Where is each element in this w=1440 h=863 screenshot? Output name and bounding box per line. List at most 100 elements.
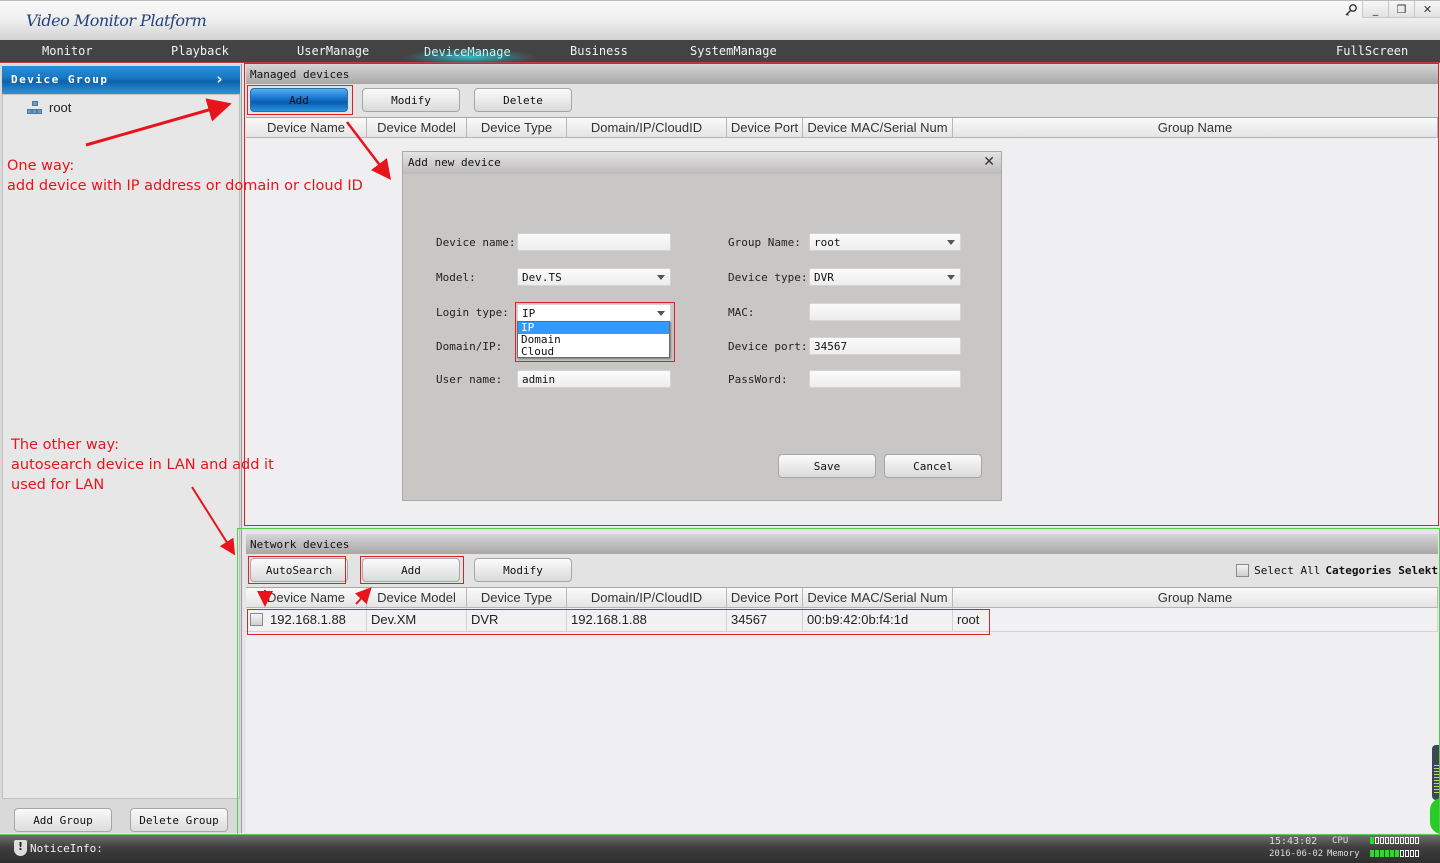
group-name-value: root: [814, 236, 841, 249]
nav-fullscreen[interactable]: FullScreen: [1336, 44, 1408, 58]
tree-item-label: root: [49, 100, 72, 115]
annotation-other-way-title: The other way:: [11, 437, 119, 453]
managed-toolbar: Add Modify Delete: [246, 84, 1438, 117]
nav-systemmanage[interactable]: SystemManage: [690, 44, 777, 58]
volume-knob[interactable]: [1430, 798, 1440, 834]
network-devices-title: Network devices: [246, 534, 1438, 554]
col-device-model[interactable]: Device Model: [367, 118, 467, 137]
meter-segment: [1385, 850, 1389, 857]
dialog-title: Add new device: [403, 152, 1001, 174]
user-name-input[interactable]: admin: [517, 370, 671, 388]
col-device-type[interactable]: Device Type: [467, 588, 567, 607]
cpu-meter: [1370, 837, 1419, 844]
delete-group-button[interactable]: Delete Group: [130, 808, 228, 832]
col-device-type[interactable]: Device Type: [467, 118, 567, 137]
cell-device-model: Dev.XM: [367, 608, 467, 631]
login-type-dropdown: IP Domain Cloud: [517, 321, 670, 358]
annotation-other-way-text2: used for LAN: [11, 477, 105, 493]
annotation-one-way-text: add device with IP address or domain or …: [7, 178, 363, 194]
add-device-dialog: Add new device ✕: [402, 151, 1002, 501]
device-port-label: Device port:: [728, 340, 808, 353]
meter-segment: [1400, 837, 1404, 844]
nav-devicemanage[interactable]: DeviceManage: [424, 45, 511, 59]
managed-delete-button[interactable]: Delete: [474, 88, 572, 112]
nav-monitor[interactable]: Monitor: [42, 44, 93, 58]
autosearch-button[interactable]: AutoSearch: [250, 558, 348, 582]
title-bar: Video Monitor Platform _ ❐ ✕: [0, 0, 1440, 40]
nav-business[interactable]: Business: [570, 44, 628, 58]
select-all-control: Select All Categories Selekt: [1236, 564, 1438, 577]
col-device-port[interactable]: Device Port: [727, 118, 803, 137]
nav-usermanage[interactable]: UserManage: [297, 44, 369, 58]
col-domain[interactable]: Domain/IP/CloudID: [567, 118, 727, 137]
memory-label: Memory: [1327, 849, 1360, 859]
meter-segment: [1415, 850, 1419, 857]
cell-device-name: 192.168.1.88: [246, 608, 367, 631]
meter-segment: [1375, 850, 1379, 857]
meter-segment: [1395, 837, 1399, 844]
device-type-value: DVR: [814, 271, 834, 284]
col-domain[interactable]: Domain/IP/CloudID: [567, 588, 727, 607]
meter-segment: [1415, 837, 1419, 844]
login-type-select[interactable]: IP: [517, 304, 671, 322]
col-device-name[interactable]: Device Name: [246, 588, 367, 607]
meter-segment: [1375, 837, 1379, 844]
meter-segment: [1380, 850, 1384, 857]
add-group-button[interactable]: Add Group: [14, 808, 112, 832]
meter-segment: [1370, 837, 1374, 844]
model-label: Model:: [436, 271, 476, 284]
login-type-value: IP: [522, 307, 536, 320]
col-device-model[interactable]: Device Model: [367, 588, 467, 607]
select-all-label: Select All: [1254, 564, 1321, 577]
table-row[interactable]: 192.168.1.88 Dev.XM DVR 192.168.1.88 345…: [246, 608, 1438, 632]
device-name-input[interactable]: [517, 233, 671, 251]
status-time: 15:43:02: [1269, 836, 1318, 847]
meter-segment: [1410, 837, 1414, 844]
notice-info: NoticeInfo:: [14, 840, 103, 856]
chevron-down-icon: [947, 240, 955, 245]
cell-group: root: [953, 608, 1438, 631]
row-checkbox[interactable]: [250, 613, 263, 626]
chevron-right-icon[interactable]: ›: [216, 70, 224, 88]
col-group-name[interactable]: Group Name: [953, 588, 1438, 607]
restore-button[interactable]: ❐: [1388, 1, 1414, 18]
network-devices-panel: Network devices AutoSearch Add Modify Se…: [246, 534, 1438, 833]
password-input[interactable]: [809, 370, 961, 388]
col-device-name[interactable]: Device Name: [246, 118, 367, 137]
restore-icon: ❐: [1396, 2, 1407, 16]
login-option-cloud[interactable]: Cloud: [518, 346, 669, 358]
key-icon[interactable]: [1340, 1, 1362, 18]
close-button[interactable]: ✕: [1414, 1, 1440, 18]
status-date: 2016-06-02: [1269, 849, 1324, 859]
col-device-mac[interactable]: Device MAC/Serial Num: [803, 588, 953, 607]
managed-add-button[interactable]: Add: [250, 88, 348, 112]
col-group-name[interactable]: Group Name: [953, 118, 1438, 137]
device-type-select[interactable]: DVR: [809, 268, 961, 286]
mac-input[interactable]: [809, 303, 961, 321]
dialog-cancel-button[interactable]: Cancel: [884, 454, 982, 478]
network-add-button[interactable]: Add: [362, 558, 460, 582]
network-modify-button[interactable]: Modify: [474, 558, 572, 582]
group-name-select[interactable]: root: [809, 233, 961, 251]
tree-item-root[interactable]: root: [27, 100, 71, 115]
cell-port: 34567: [727, 608, 803, 631]
dialog-close-icon[interactable]: ✕: [983, 154, 995, 170]
managed-modify-button[interactable]: Modify: [362, 88, 460, 112]
categories-select-label[interactable]: Categories Selekt: [1325, 564, 1438, 577]
volume-slider[interactable]: [1432, 745, 1440, 800]
device-group-header[interactable]: Device Group ›: [2, 66, 240, 94]
shield-warning-icon: [14, 840, 27, 856]
model-select[interactable]: Dev.TS: [517, 268, 671, 286]
col-device-mac[interactable]: Device MAC/Serial Num: [803, 118, 953, 137]
dialog-save-button[interactable]: Save: [778, 454, 876, 478]
device-type-label: Device type:: [728, 271, 808, 284]
minimize-button[interactable]: _: [1362, 1, 1388, 18]
main-nav: Monitor Playback UserManage DeviceManage…: [0, 40, 1440, 65]
status-bar: NoticeInfo: 15:43:02 2016-06-02 CPU Memo…: [0, 834, 1440, 863]
nav-playback[interactable]: Playback: [171, 44, 229, 58]
col-device-port[interactable]: Device Port: [727, 588, 803, 607]
select-all-checkbox[interactable]: [1236, 564, 1250, 577]
user-name-label: User name:: [436, 373, 503, 386]
device-port-input[interactable]: 34567: [809, 337, 961, 355]
network-grid-header: Device Name Device Model Device Type Dom…: [246, 587, 1438, 608]
